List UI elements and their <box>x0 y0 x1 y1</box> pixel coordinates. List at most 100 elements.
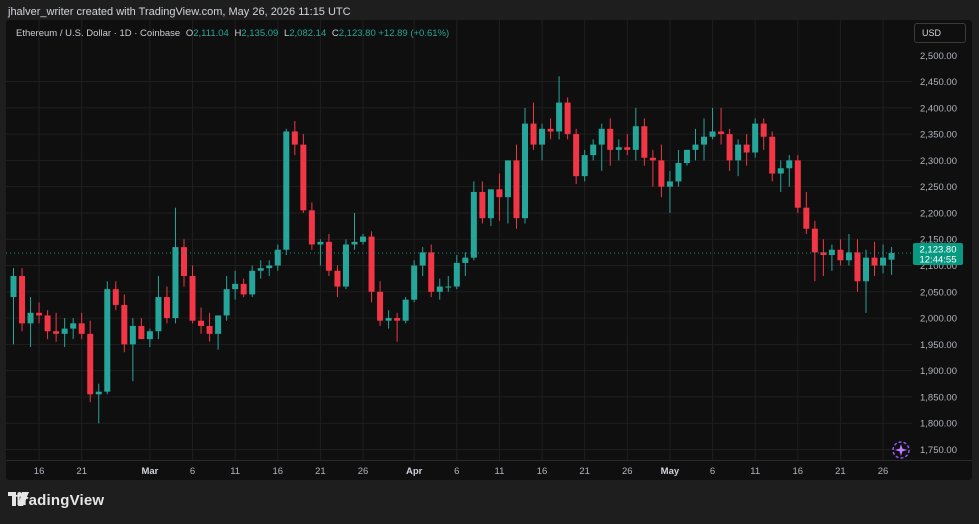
candle <box>360 233 367 245</box>
candle <box>701 118 708 161</box>
candle-body <box>666 181 673 187</box>
candle <box>522 107 528 224</box>
candle-body <box>786 160 793 169</box>
candle <box>291 120 298 156</box>
candle <box>87 320 94 403</box>
candle-body <box>181 247 187 277</box>
y-tick-label: 2,300.00 <box>920 156 957 167</box>
candle-body <box>479 191 486 219</box>
candle-body <box>760 123 767 137</box>
candle-body <box>232 283 239 290</box>
x-tick-label: 26 <box>878 466 889 477</box>
candle-body <box>308 210 315 245</box>
candle-body <box>36 312 43 316</box>
currency-button[interactable]: USD <box>914 23 966 43</box>
candle-body <box>828 249 835 255</box>
candle <box>530 102 537 150</box>
candle-body <box>325 241 332 271</box>
candle <box>845 233 852 266</box>
x-tick-label: 6 <box>190 466 195 477</box>
x-tick-label: 11 <box>750 466 760 477</box>
y-tick-label: 2,400.00 <box>920 103 957 114</box>
candle <box>726 128 733 171</box>
candle <box>436 278 443 300</box>
candle-body <box>283 131 290 250</box>
candle-body <box>863 257 869 282</box>
candle-body <box>138 325 145 340</box>
candle <box>683 149 690 166</box>
candle <box>581 149 588 182</box>
candle-body <box>513 160 520 219</box>
candle-body <box>598 128 605 145</box>
candle-body <box>735 144 742 161</box>
candle <box>709 107 716 140</box>
candle <box>249 265 256 298</box>
candle <box>590 139 597 161</box>
candle <box>198 307 205 334</box>
close-value: 2,123.80 <box>338 28 376 39</box>
candle-body <box>845 252 852 261</box>
candle-body <box>266 265 273 269</box>
candle-body <box>402 299 409 321</box>
candle-body <box>223 289 230 316</box>
candle-body <box>470 191 477 258</box>
candle <box>300 134 307 213</box>
candle-body <box>240 283 247 295</box>
candle <box>777 160 784 192</box>
candle-body <box>854 252 861 282</box>
candle-body <box>453 262 460 287</box>
candle-body <box>624 147 631 150</box>
candle <box>573 128 580 185</box>
change-value: +12.89 (+0.61%) <box>378 28 450 39</box>
candle-body <box>70 323 77 329</box>
candle <box>547 118 554 140</box>
x-tick-label: 16 <box>272 466 283 477</box>
x-tick-label: May <box>661 466 680 477</box>
candle <box>274 244 281 271</box>
x-tick-label: 21 <box>835 466 846 477</box>
candle <box>428 244 435 298</box>
x-tick-label: 16 <box>34 466 45 477</box>
x-axis: 16 21 Mar 6 11 16 21 26 Apr 6 11 16 21 26 May 6 11 16 21 26 <box>34 466 889 477</box>
candle <box>666 170 673 213</box>
candle-body <box>658 160 665 187</box>
candle <box>377 281 384 326</box>
candle <box>607 118 614 166</box>
candle-body <box>590 144 597 156</box>
candle <box>462 252 469 277</box>
candle <box>342 239 349 290</box>
candle-body <box>632 126 639 150</box>
candle-body <box>743 144 750 153</box>
candle-body <box>146 331 153 340</box>
candle-body <box>641 126 648 158</box>
candle-body <box>53 331 60 334</box>
candle <box>411 260 418 303</box>
x-tick-label: 21 <box>315 466 326 477</box>
candle <box>632 107 639 161</box>
candle <box>27 297 34 347</box>
y-tick-label: 1,800.00 <box>920 419 957 430</box>
y-tick-label: 2,450.00 <box>920 77 957 88</box>
candle <box>470 181 477 261</box>
candle-body <box>300 144 307 211</box>
candle-body <box>360 236 367 242</box>
candle-body <box>428 252 435 292</box>
candle-body <box>394 318 401 321</box>
x-tick-label: Mar <box>141 466 158 477</box>
candle <box>172 207 179 324</box>
candlestick-chart[interactable]: 1,750.00 1,800.00 1,850.00 1,900.00 1,950.00… <box>6 20 972 480</box>
y-tick-label: 2,500.00 <box>920 51 957 62</box>
sparkle-icon[interactable] <box>891 440 911 460</box>
candle-body <box>215 315 222 334</box>
chart-frame[interactable]: 1,750.00 1,800.00 1,850.00 1,900.00 1,950.00… <box>6 20 972 480</box>
candle-body <box>274 249 281 266</box>
candle <box>880 244 887 274</box>
candle <box>453 255 460 290</box>
candle-body <box>129 325 136 345</box>
candle <box>308 202 315 250</box>
candle <box>539 123 546 161</box>
candle-body <box>726 134 733 161</box>
candle <box>181 239 187 287</box>
candle-body <box>709 131 716 137</box>
candle-body <box>121 304 128 345</box>
